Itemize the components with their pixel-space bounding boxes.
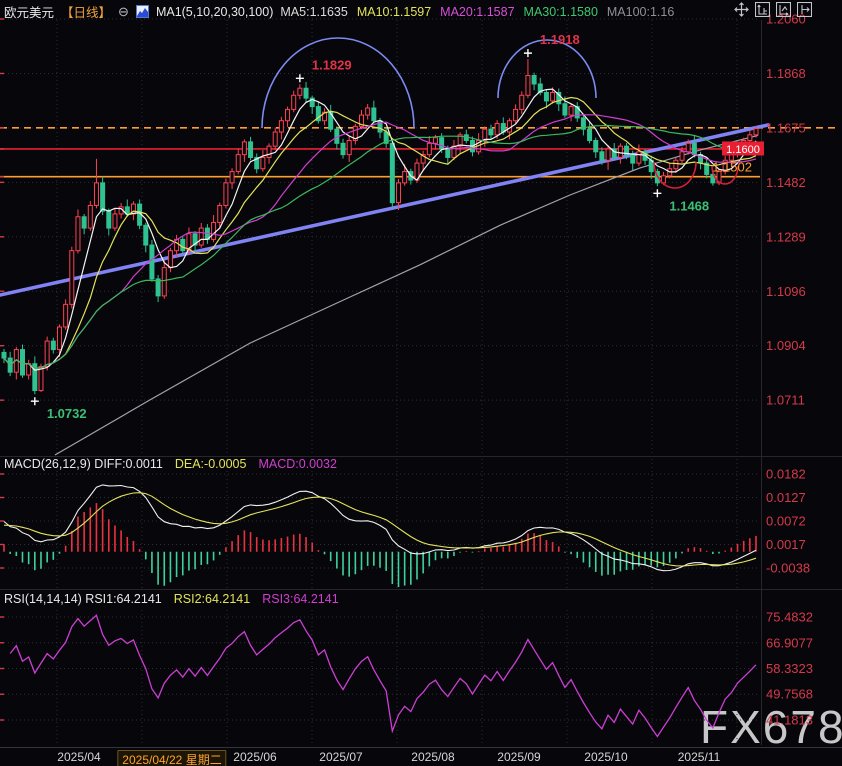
x-axis-label: 2025/10: [584, 750, 627, 764]
ma-value-label: MA5:1.1635: [280, 5, 347, 19]
swing-marker-icon: [296, 74, 304, 82]
swing-marker-icon: [31, 397, 39, 405]
chart-canvas[interactable]: 1.07321.18291.19181.14681.16001.15021.20…: [0, 0, 842, 766]
y-axis-scale-icon[interactable]: [755, 2, 770, 17]
x-axis-strip: 2025/04 2025/04/22 星期二 2025/06 2025/07 2025/…: [0, 747, 842, 766]
ma-settings-label: MA1(5,10,20,30,100): [156, 5, 273, 19]
swing-annotations: 1.0732 1.1829 1.1918 1.1468: [31, 32, 709, 421]
svg-text:1.0711: 1.0711: [766, 393, 805, 408]
svg-text:1.1468: 1.1468: [669, 198, 709, 213]
mini-chart-icon: [136, 5, 149, 18]
x-axis-label: 2025/07: [319, 750, 362, 764]
blue-arc-annotation: [262, 38, 414, 128]
rsi-value-label: RSI2:64.2141: [174, 592, 250, 606]
svg-text:0.0182: 0.0182: [766, 467, 806, 482]
svg-text:1.1675: 1.1675: [766, 120, 806, 135]
svg-text:1.1289: 1.1289: [766, 229, 806, 244]
chart-toolbar: [734, 2, 812, 17]
svg-text:1.1096: 1.1096: [766, 284, 806, 299]
ma-value-label: MA30:1.1580: [524, 5, 598, 19]
swing-marker-icon: [524, 49, 532, 57]
ma-values: MA5:1.1635 MA10:1.1597 MA20:1.1587 MA30:1.1…: [280, 5, 683, 19]
svg-text:1.1868: 1.1868: [766, 66, 806, 81]
svg-text:0.0127: 0.0127: [766, 490, 806, 505]
svg-text:1.1482: 1.1482: [766, 175, 806, 190]
svg-text:1.1829: 1.1829: [312, 57, 352, 72]
x-axis-label: 2025/11: [678, 750, 721, 764]
x-axis-label: 2025/08: [411, 750, 454, 764]
svg-text:75.4832: 75.4832: [766, 610, 813, 625]
macd-value-label: DEA:-0.0005: [175, 457, 247, 471]
svg-text:66.9077: 66.9077: [766, 635, 813, 650]
rsi-panel: 75.4832 66.9077 58.3323 49.7568 41.1813: [0, 610, 813, 737]
collapse-indicator-icon[interactable]: ⊖: [118, 5, 129, 18]
auto-fit-icon[interactable]: [776, 2, 791, 17]
ma30-line: [4, 126, 756, 369]
ma-value-label: MA20:1.1587: [440, 5, 514, 19]
svg-text:1.1600: 1.1600: [726, 144, 760, 156]
svg-text:41.1813: 41.1813: [766, 713, 813, 728]
symbol-title: 欧元美元: [4, 2, 54, 21]
svg-text:1.0732: 1.0732: [47, 406, 87, 421]
rsi-indicator-header: RSI(14,14,14) RSI1:64.2141 RSI2:64.2141 RS…: [4, 592, 351, 606]
rsi-value-label: RSI3:64.2141: [262, 592, 338, 606]
pan-cross-icon[interactable]: [734, 2, 749, 17]
svg-text:49.7568: 49.7568: [766, 687, 813, 702]
rsi-line: [10, 615, 756, 736]
x-axis-label: 2025/04: [57, 750, 100, 764]
macd-value-label: MACD(26,12,9) DIFF:0.0011: [4, 457, 163, 471]
svg-text:-0.0038: -0.0038: [766, 561, 810, 576]
macd-indicator-header: MACD(26,12,9) DIFF:0.0011 DEA:-0.0005 MACD…: [4, 457, 349, 471]
macd-value-label: MACD:0.0032: [258, 457, 337, 471]
svg-text:1.1918: 1.1918: [540, 32, 580, 47]
svg-text:1.1502: 1.1502: [712, 160, 752, 175]
timeframe-label: 【日线】: [61, 2, 111, 21]
x-axis-label: 2025/06: [233, 750, 276, 764]
svg-text:0.0072: 0.0072: [766, 514, 806, 529]
trading-chart-window: { "header": { "symbol": "欧元美元", "period"…: [0, 0, 842, 766]
macd-panel: 0.0182 0.0127 0.0072 0.0017 -0.0038: [0, 467, 810, 588]
svg-text:0.0017: 0.0017: [766, 537, 806, 552]
svg-text:1.0904: 1.0904: [766, 338, 806, 353]
chart-header: 欧元美元【日线】 ⊖ MA1(5,10,20,30,100) MA5:1.163…: [4, 2, 683, 21]
svg-text:58.3323: 58.3323: [766, 661, 813, 676]
candlestick-series: [2, 59, 758, 394]
x-axis-selected-date: 2025/04/22 星期二: [117, 750, 226, 766]
ma-value-label: MA100:1.16: [607, 5, 674, 19]
swing-marker-icon: [653, 189, 661, 197]
shift-chart-icon[interactable]: [797, 2, 812, 17]
x-axis-label: 2025/09: [497, 750, 540, 764]
rsi-value-label: RSI(14,14,14) RSI1:64.2141: [4, 592, 162, 606]
ma-value-label: MA10:1.1597: [357, 5, 431, 19]
